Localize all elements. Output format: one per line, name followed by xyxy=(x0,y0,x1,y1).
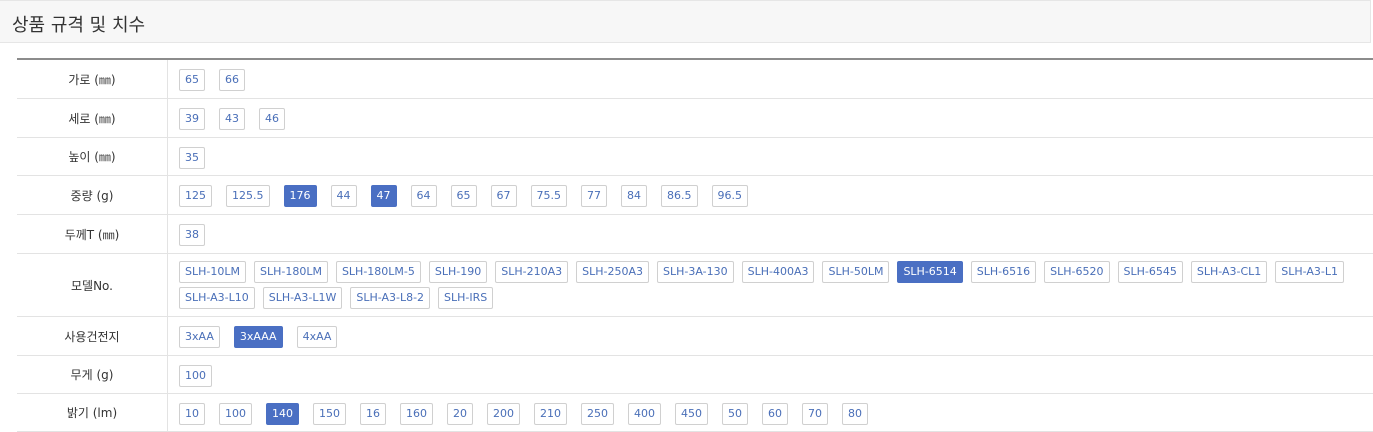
option-chip[interactable]: SLH-190 xyxy=(428,261,488,283)
section-header: 상품 규격 및 치수 xyxy=(0,0,1371,43)
option-chip[interactable]: 66 xyxy=(219,69,245,91)
option-chip[interactable]: SLH-6545 xyxy=(1117,261,1183,283)
option-chip[interactable]: 450 xyxy=(675,402,708,425)
spec-row-height: 높이 (㎜) 35 xyxy=(17,138,1373,176)
option-chip[interactable]: SLH-250A3 xyxy=(576,261,649,283)
option-list: 100 xyxy=(168,356,1373,393)
option-chip[interactable]: SLH-6520 xyxy=(1044,261,1110,283)
option-list: 35 xyxy=(168,138,1373,175)
row-label: 중량 (g) xyxy=(17,176,168,214)
option-chip[interactable]: 60 xyxy=(762,402,788,425)
spec-row-thickness: 두께T (㎜) 38 xyxy=(17,215,1373,254)
option-chip[interactable]: 16 xyxy=(360,402,386,425)
option-chip[interactable]: SLH-A3-L8-2 xyxy=(350,287,431,309)
option-chip[interactable]: 20 xyxy=(447,402,473,425)
option-chip[interactable]: 86.5 xyxy=(661,185,698,207)
row-label: 무게 (g) xyxy=(17,356,168,393)
option-chip[interactable]: 160 xyxy=(400,402,433,425)
section-title: 상품 규격 및 치수 xyxy=(12,15,146,36)
option-chip[interactable]: 70 xyxy=(802,402,828,425)
option-chip[interactable]: 75.5 xyxy=(530,185,567,207)
option-chip[interactable]: 67 xyxy=(490,185,517,207)
row-label: 높이 (㎜) xyxy=(17,138,168,175)
option-chip[interactable]: 35 xyxy=(179,146,205,169)
option-list: 65 66 xyxy=(168,60,1373,98)
option-chip[interactable]: 96.5 xyxy=(711,185,748,207)
option-chip[interactable]: 400 xyxy=(628,402,661,425)
option-chip[interactable]: SLH-6514 xyxy=(897,261,963,283)
option-chip[interactable]: 46 xyxy=(259,108,285,130)
option-chip[interactable]: 47 xyxy=(370,185,397,207)
option-chip[interactable]: 84 xyxy=(621,185,647,207)
option-chip[interactable]: 150 xyxy=(313,402,346,425)
option-chip[interactable]: 65 xyxy=(450,185,477,207)
option-chip[interactable]: 10 xyxy=(179,402,205,425)
option-chip[interactable]: 125 xyxy=(179,185,212,207)
option-chip[interactable]: SLH-A3-L1 xyxy=(1275,261,1345,283)
option-chip[interactable]: 39 xyxy=(179,108,205,130)
option-chip[interactable]: SLH-A3-L1W xyxy=(262,287,343,309)
option-chip[interactable]: 77 xyxy=(581,185,607,207)
option-chip[interactable]: 100 xyxy=(219,402,252,425)
option-chip[interactable]: 50 xyxy=(722,402,748,425)
option-chip[interactable]: SLH-400A3 xyxy=(741,261,815,283)
row-label: 밝기 (lm) xyxy=(17,394,168,431)
option-chip[interactable]: SLH-210A3 xyxy=(495,261,569,283)
option-chip[interactable]: SLH-3A-130 xyxy=(656,261,734,283)
option-list: SLH-10LM SLH-180LM SLH-180LM-5 SLH-190 SLH-2… xyxy=(168,254,1373,316)
option-chip[interactable]: 210 xyxy=(534,402,567,425)
option-chip[interactable]: 64 xyxy=(410,185,437,207)
option-chip[interactable]: 250 xyxy=(581,402,614,425)
option-list: 10 100 140 150 16 160 20 200 210 250 400 450 50 60 70 8… xyxy=(168,394,1373,431)
option-chip[interactable]: 80 xyxy=(842,402,868,425)
spec-row-width: 가로 (㎜) 65 66 xyxy=(17,60,1373,99)
option-chip[interactable]: 176 xyxy=(283,185,317,207)
option-chip[interactable]: 43 xyxy=(219,108,245,130)
spec-row-model: 모델No. SLH-10LM SLH-180LM SLH-180LM-5 SLH-19… xyxy=(17,254,1373,317)
spec-row-mass: 무게 (g) 100 xyxy=(17,356,1373,394)
option-chip[interactable]: 100 xyxy=(179,364,212,387)
spec-table: 가로 (㎜) 65 66 세로 (㎜) 39 43 46 높이 (㎜) 35 중량 (… xyxy=(17,58,1373,432)
option-chip[interactable]: 3xAA xyxy=(179,326,220,348)
option-chip[interactable]: SLH-180LM-5 xyxy=(335,261,421,283)
spec-row-brightness: 밝기 (lm) 10 100 140 150 16 160 20 200 210 250 400 45… xyxy=(17,394,1373,432)
option-chip[interactable]: SLH-180LM xyxy=(253,261,328,283)
option-chip[interactable]: 140 xyxy=(266,402,299,425)
option-list: 3xAA 3xAAA 4xAA xyxy=(168,317,1373,355)
row-label: 모델No. xyxy=(17,254,168,316)
option-chip[interactable]: SLH-IRS xyxy=(438,287,494,309)
option-chip[interactable]: SLH-A3-CL1 xyxy=(1190,261,1268,283)
option-list: 38 xyxy=(168,215,1373,253)
option-chip[interactable]: 3xAAA xyxy=(233,326,283,348)
option-chip[interactable]: SLH-50LM xyxy=(822,261,890,283)
option-chip[interactable]: SLH-10LM xyxy=(179,261,246,283)
option-chip[interactable]: 200 xyxy=(487,402,520,425)
option-chip[interactable]: SLH-A3-L10 xyxy=(179,287,255,309)
spec-row-depth: 세로 (㎜) 39 43 46 xyxy=(17,99,1373,138)
option-chip[interactable]: 44 xyxy=(330,185,357,207)
option-chip[interactable]: 125.5 xyxy=(226,185,270,207)
option-chip[interactable]: 65 xyxy=(179,69,205,91)
option-chip[interactable]: SLH-6516 xyxy=(970,261,1037,283)
option-list: 125 125.5 176 44 47 64 65 67 75.5 77 84 86.5 96.5 xyxy=(168,176,1373,214)
option-list: 39 43 46 xyxy=(168,99,1373,137)
spec-row-weight: 중량 (g) 125 125.5 176 44 47 64 65 67 75.5 77 84 86.5… xyxy=(17,176,1373,215)
option-chip[interactable]: 4xAA xyxy=(296,326,338,348)
row-label: 두께T (㎜) xyxy=(17,215,168,253)
row-label: 사용건전지 xyxy=(17,317,168,355)
row-label: 세로 (㎜) xyxy=(17,99,168,137)
option-chip[interactable]: 38 xyxy=(179,224,205,246)
row-label: 가로 (㎜) xyxy=(17,60,168,98)
spec-row-battery: 사용건전지 3xAA 3xAAA 4xAA xyxy=(17,317,1373,356)
